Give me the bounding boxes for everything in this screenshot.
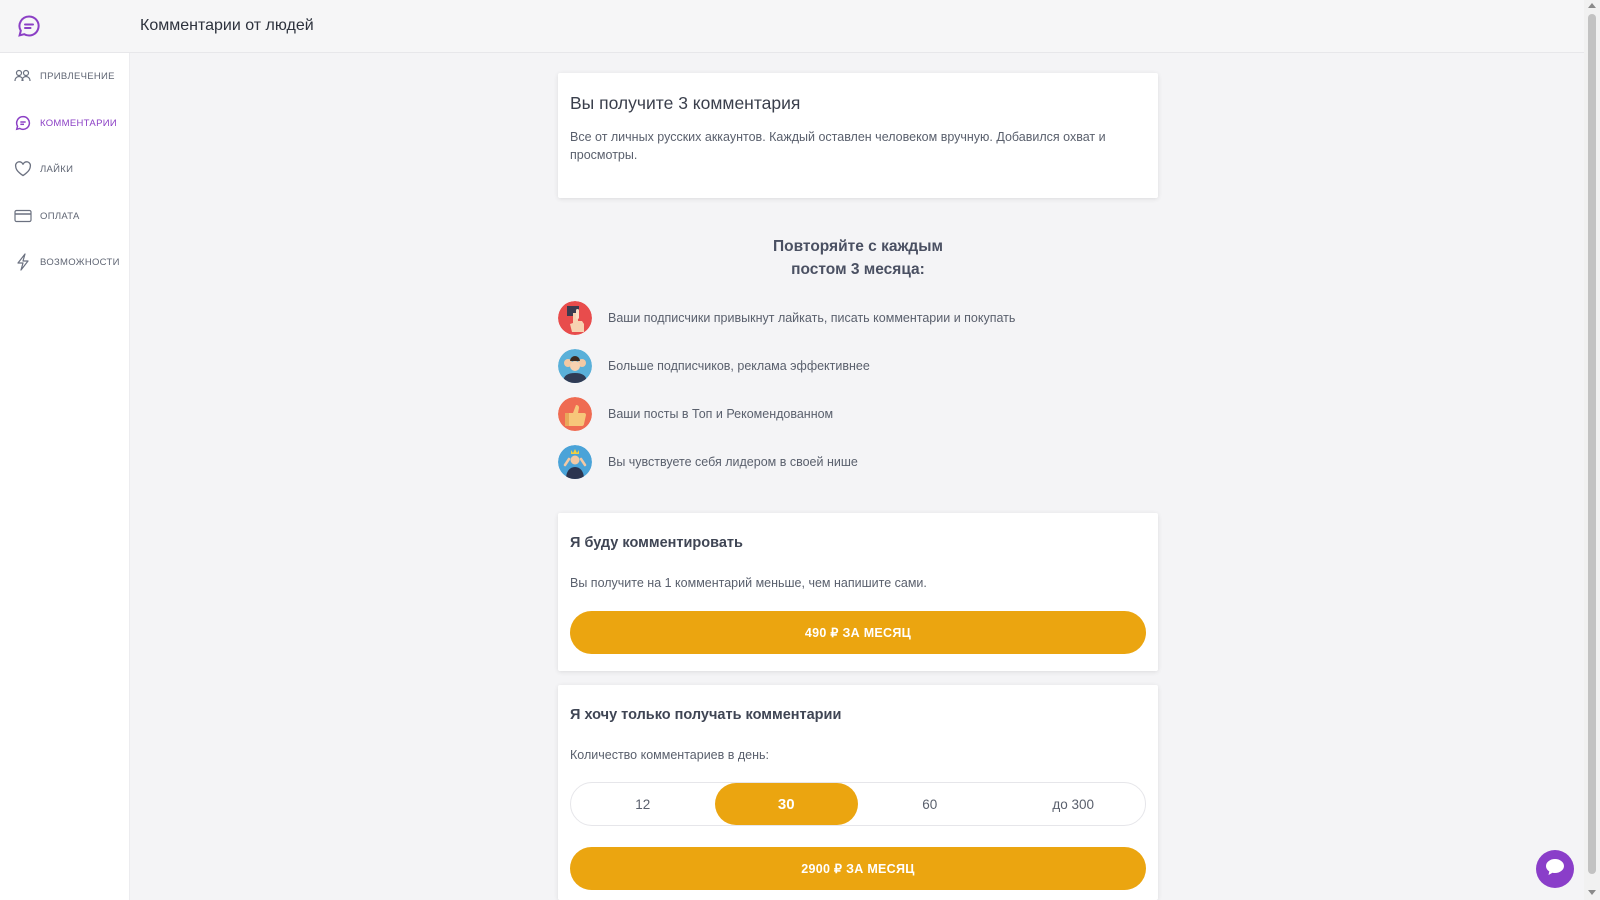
summary-card: Вы получите 3 комментария Все от личных … xyxy=(558,73,1158,198)
plan-comment-card: Я буду комментировать Вы получите на 1 к… xyxy=(558,513,1158,671)
comments-per-day-label: Количество комментариев в день: xyxy=(570,748,769,762)
sidebar-item-features[interactable]: ВОЗМОЖНОСТИ xyxy=(0,247,130,277)
scroll-up-arrow-icon[interactable] xyxy=(1588,3,1596,8)
benefit-text: Больше подписчиков, реклама эффективнее xyxy=(608,359,870,373)
plan-receive-title: Я хочу только получать комментарии xyxy=(570,707,842,723)
sidebar-item-likes[interactable]: ЛАЙКИ xyxy=(0,154,130,184)
chat-bubble-icon[interactable] xyxy=(17,14,41,38)
benefit-text: Ваши посты в Топ и Рекомендованном xyxy=(608,407,834,421)
option-up-to-300[interactable]: до 300 xyxy=(1002,783,1146,825)
sidebar-item-label: ПРИВЛЕЧЕНИЕ xyxy=(40,70,115,82)
heart-icon xyxy=(14,160,32,178)
benefit-item: Больше подписчиков, реклама эффективнее xyxy=(558,349,1158,383)
plan-receive-card: Я хочу только получать комментарии Колич… xyxy=(558,685,1158,900)
plan-comment-description: Вы получите на 1 комментарий меньше, чем… xyxy=(570,576,927,590)
people-icon xyxy=(14,67,32,85)
plan-comment-title: Я буду комментировать xyxy=(570,535,743,551)
sidebar-item-payment[interactable]: ОПЛАТА xyxy=(0,201,130,231)
option-60[interactable]: 60 xyxy=(858,783,1002,825)
sidebar-item-label: ОПЛАТА xyxy=(40,210,80,222)
crowd-icon xyxy=(558,349,592,383)
page-title: Комментарии от людей xyxy=(140,17,314,34)
option-12[interactable]: 12 xyxy=(571,783,715,825)
scrollbar[interactable] xyxy=(1584,0,1600,900)
option-30[interactable]: 30 xyxy=(714,783,858,825)
repeat-heading: Повторяйте с каждым постом 3 месяца: xyxy=(558,235,1158,281)
chat-widget-button[interactable] xyxy=(1536,850,1574,888)
buy-490-button[interactable]: 490 ₽ ЗА МЕСЯЦ xyxy=(570,611,1146,654)
sidebar-item-attraction[interactable]: ПРИВЛЕЧЕНИЕ xyxy=(0,61,130,91)
repeat-heading-line: Повторяйте с каждым xyxy=(773,238,943,255)
scroll-thumb[interactable] xyxy=(1588,14,1596,874)
repeat-heading-line: постом 3 месяца: xyxy=(791,261,925,278)
buy-2900-button[interactable]: 2900 ₽ ЗА МЕСЯЦ xyxy=(570,847,1146,890)
sidebar-item-label: ВОЗМОЖНОСТИ xyxy=(40,256,120,268)
sidebar-item-label: ЛАЙКИ xyxy=(40,163,74,175)
top-bar: Комментарии от людей xyxy=(0,0,1584,53)
benefit-item: Ваши посты в Топ и Рекомендованном xyxy=(558,397,1158,431)
benefit-item: Вы чувствуете себя лидером в своей нише xyxy=(558,445,1158,479)
pointing-hand-icon xyxy=(558,301,592,335)
sidebar: ПРИВЛЕЧЕНИЕ КОММЕНТАРИИ ЛАЙКИ ОПЛАТА ВОЗ… xyxy=(0,53,130,900)
chat-bubble-icon xyxy=(1545,858,1565,881)
summary-title: Вы получите 3 комментария xyxy=(570,93,801,113)
scroll-down-arrow-icon[interactable] xyxy=(1588,890,1596,895)
comments-per-day-selector: 12 30 60 до 300 xyxy=(570,782,1146,826)
benefit-item: Ваши подписчики привыкнут лайкать, писат… xyxy=(558,301,1158,335)
lightning-icon xyxy=(14,253,32,271)
benefit-text: Вы чувствуете себя лидером в своей нише xyxy=(608,455,858,469)
summary-text: Все от личных русских аккаунтов. Каждый … xyxy=(570,130,1106,162)
credit-card-icon xyxy=(14,207,32,225)
sidebar-item-comments[interactable]: КОММЕНТАРИИ xyxy=(0,108,130,138)
thumbs-up-icon xyxy=(558,397,592,431)
chat-bubble-icon xyxy=(14,114,32,132)
sidebar-item-label: КОММЕНТАРИИ xyxy=(40,117,117,129)
benefit-text: Ваши подписчики привыкнут лайкать, писат… xyxy=(608,311,1016,325)
leader-icon xyxy=(558,445,592,479)
